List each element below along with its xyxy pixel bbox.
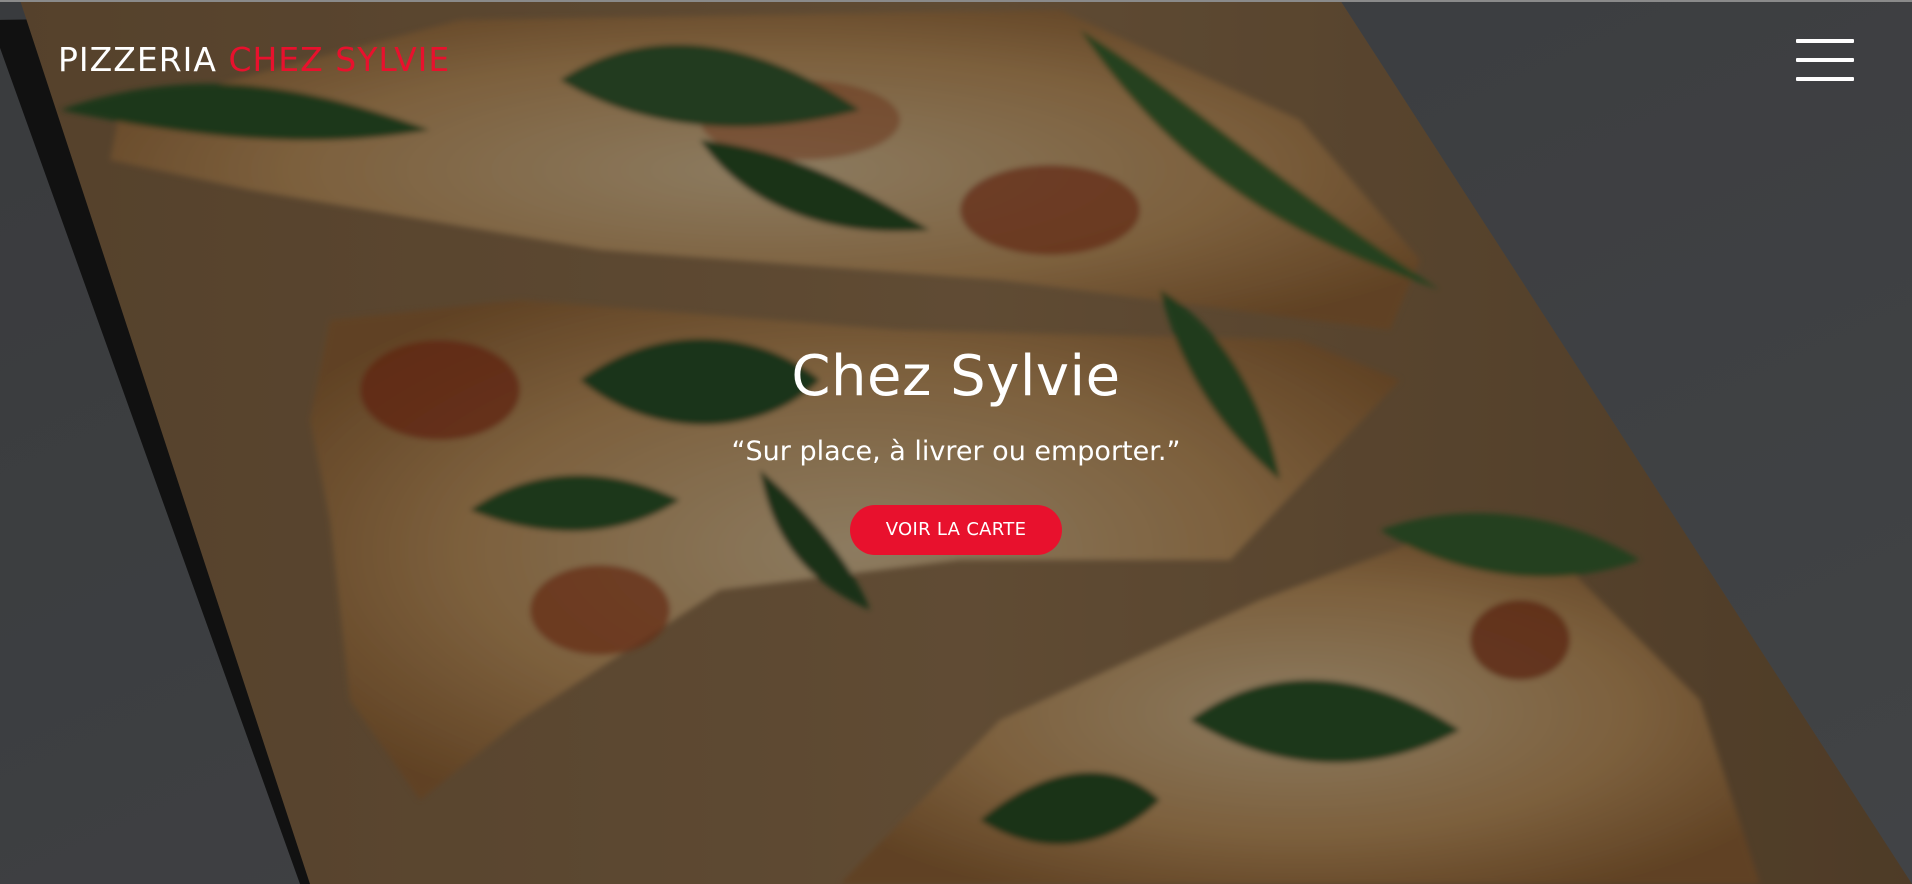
menu-bar-middle — [1796, 58, 1854, 62]
hero-title: Chez Sylvie — [791, 344, 1121, 409]
hero-tagline: “Sur place, à livrer ou emporter.” — [731, 436, 1181, 467]
hero-content: Chez Sylvie “Sur place, à livrer ou empo… — [0, 340, 1912, 555]
hero-section: PIZZERIA CHEZ SYLVIE Chez Sylvie “Sur pl… — [0, 0, 1912, 884]
menu-bar-bottom — [1796, 77, 1854, 81]
logo-text-pizzeria: PIZZERIA — [58, 40, 217, 79]
site-logo[interactable]: PIZZERIA CHEZ SYLVIE — [58, 38, 450, 82]
hamburger-menu-icon[interactable] — [1796, 38, 1854, 82]
menu-bar-top — [1796, 39, 1854, 43]
top-border — [0, 0, 1912, 2]
view-menu-button[interactable]: VOIR LA CARTE — [850, 505, 1062, 555]
logo-text-chez-sylvie: CHEZ SYLVIE — [228, 40, 451, 79]
